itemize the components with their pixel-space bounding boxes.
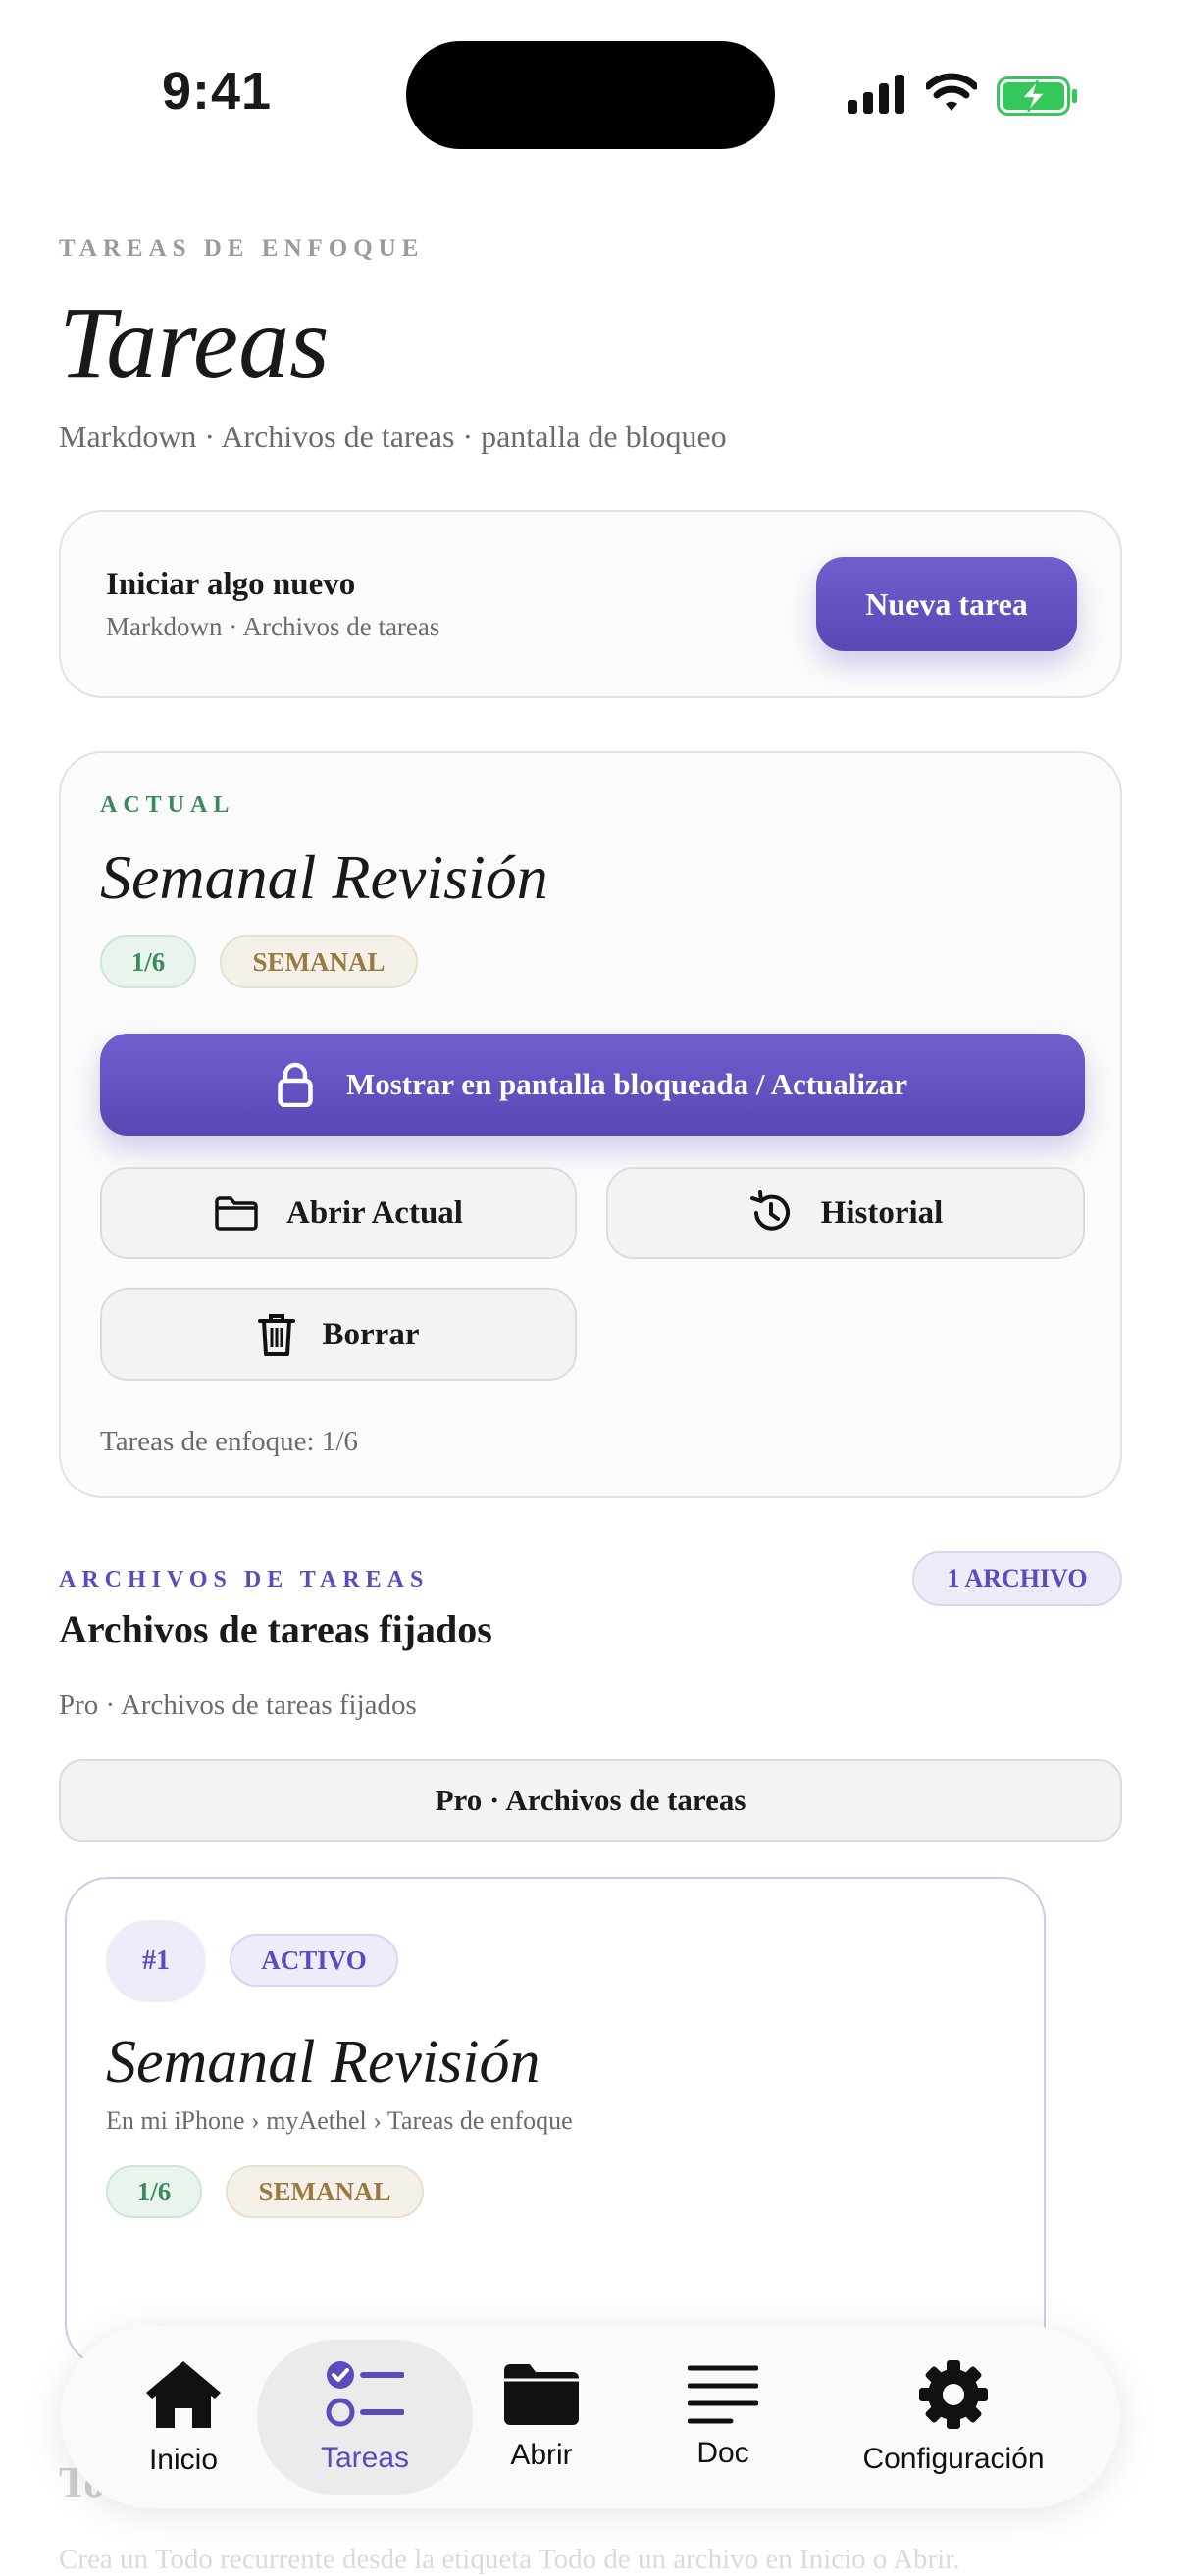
status-time: 9:41 xyxy=(162,62,273,121)
tab-doc[interactable]: Doc xyxy=(640,2326,806,2508)
tab-tareas-label: Tareas xyxy=(320,2442,410,2474)
page-subtitle: Markdown · Archivos de tareas · pantalla… xyxy=(59,419,727,454)
tab-configuracion-label: Configuración xyxy=(862,2443,1045,2475)
tab-configuracion[interactable]: Configuración xyxy=(826,2326,1081,2508)
page-title: Tareas xyxy=(59,286,330,399)
new-task-button[interactable]: Nueva tarea xyxy=(816,557,1077,651)
current-task-card: ACTUAL Semanal Revisión 1/6 SEMANAL Most… xyxy=(59,751,1122,1498)
tab-abrir-label: Abrir xyxy=(510,2439,573,2471)
file-state-badge: ACTIVO xyxy=(230,1934,398,1987)
file-index-badge: #1 xyxy=(106,1920,206,2002)
tab-doc-label: Doc xyxy=(696,2437,749,2469)
battery-charging-icon xyxy=(997,76,1077,116)
show-on-lock-screen-button[interactable]: Mostrar en pantalla bloqueada / Actualiz… xyxy=(100,1034,1085,1136)
folder-icon xyxy=(504,2364,579,2425)
house-icon xyxy=(146,2361,221,2428)
history-label: Historial xyxy=(820,1194,944,1231)
files-title: Archivos de tareas fijados xyxy=(59,1607,492,1651)
lock-icon xyxy=(278,1062,313,1107)
pro-task-files-button[interactable]: Pro · Archivos de tareas xyxy=(59,1759,1122,1842)
file-path: En mi iPhone › myAethel › Tareas de enfo… xyxy=(106,2106,573,2135)
tab-abrir[interactable]: Abrir xyxy=(453,2326,630,2508)
wifi-icon xyxy=(926,73,977,111)
files-count-badge: 1 ARCHIVO xyxy=(912,1551,1122,1606)
cellular-signal-icon xyxy=(848,75,904,114)
file-progress-badge: 1/6 xyxy=(106,2165,202,2218)
current-frequency-badge: SEMANAL xyxy=(220,935,418,988)
file-frequency-badge: SEMANAL xyxy=(226,2165,424,2218)
tab-tareas[interactable]: Tareas xyxy=(267,2326,463,2508)
current-eyebrow: ACTUAL xyxy=(100,792,235,818)
files-eyebrow: ARCHIVOS DE TAREAS xyxy=(59,1567,430,1592)
gear-icon xyxy=(919,2360,988,2429)
new-task-card: Iniciar algo nuevo Markdown · Archivos d… xyxy=(59,510,1122,698)
file-title: Semanal Revisión xyxy=(106,2029,540,2096)
tab-inicio-label: Inicio xyxy=(148,2444,219,2476)
trash-icon xyxy=(257,1314,295,1356)
delete-button[interactable]: Borrar xyxy=(100,1288,577,1381)
open-current-label: Abrir Actual xyxy=(286,1194,463,1231)
new-task-title: Iniciar algo nuevo xyxy=(106,567,356,602)
tab-bar: Inicio Tareas Abrir Doc Configuración xyxy=(61,2326,1120,2508)
history-button[interactable]: Historial xyxy=(606,1167,1085,1259)
new-task-subtitle: Markdown · Archivos de tareas xyxy=(106,612,440,641)
files-subtitle: Pro · Archivos de tareas fijados xyxy=(59,1690,417,1721)
current-progress-badge: 1/6 xyxy=(100,935,196,988)
lines-icon xyxy=(688,2365,758,2424)
checklist-icon xyxy=(326,2361,404,2427)
pinned-file-card[interactable]: #1 ACTIVO Semanal Revisión En mi iPhone … xyxy=(65,1877,1046,2367)
tab-inicio[interactable]: Inicio xyxy=(90,2326,277,2508)
history-clock-icon xyxy=(749,1190,790,1231)
delete-label: Borrar xyxy=(322,1316,420,1352)
current-task-title: Semanal Revisión xyxy=(100,842,548,912)
show-on-lock-screen-label: Mostrar en pantalla bloqueada / Actualiz… xyxy=(345,1067,908,1101)
todo-section-hint: Crea un Todo recurrente desde la etiquet… xyxy=(59,2544,960,2575)
dynamic-island xyxy=(406,41,775,149)
header-eyebrow: TAREAS DE ENFOQUE xyxy=(59,235,425,262)
open-current-button[interactable]: Abrir Actual xyxy=(100,1167,577,1259)
folder-outline-icon xyxy=(215,1196,258,1231)
current-footer: Tareas de enfoque: 1/6 xyxy=(100,1426,358,1457)
